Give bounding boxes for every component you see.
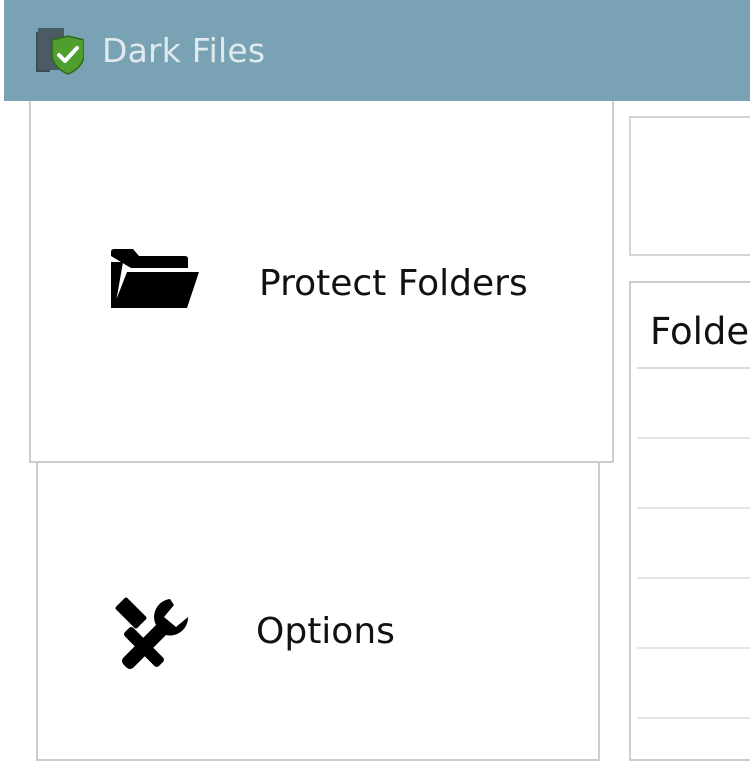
list-item[interactable] — [637, 509, 750, 579]
folder-open-icon — [111, 249, 199, 308]
folder-column-header-label: Folde — [650, 310, 750, 353]
shield-check-icon — [36, 28, 84, 75]
title-bar: Dark Files — [4, 0, 750, 101]
list-item[interactable] — [637, 369, 750, 439]
nav-protect-folders-label: Protect Folders — [259, 263, 528, 304]
list-item[interactable] — [637, 439, 750, 509]
nav-options-label: Options — [256, 611, 395, 652]
nav-protect-folders-button[interactable]: Protect Folders — [29, 101, 614, 463]
toolbar-panel — [629, 116, 750, 256]
app-title: Dark Files — [102, 31, 266, 70]
list-item[interactable] — [637, 579, 750, 649]
folder-list[interactable]: Folde — [629, 281, 750, 761]
folder-column-header[interactable]: Folde — [637, 289, 750, 369]
nav-options-button[interactable]: Options — [36, 461, 600, 761]
list-item[interactable] — [637, 649, 750, 719]
tools-icon — [115, 597, 189, 669]
